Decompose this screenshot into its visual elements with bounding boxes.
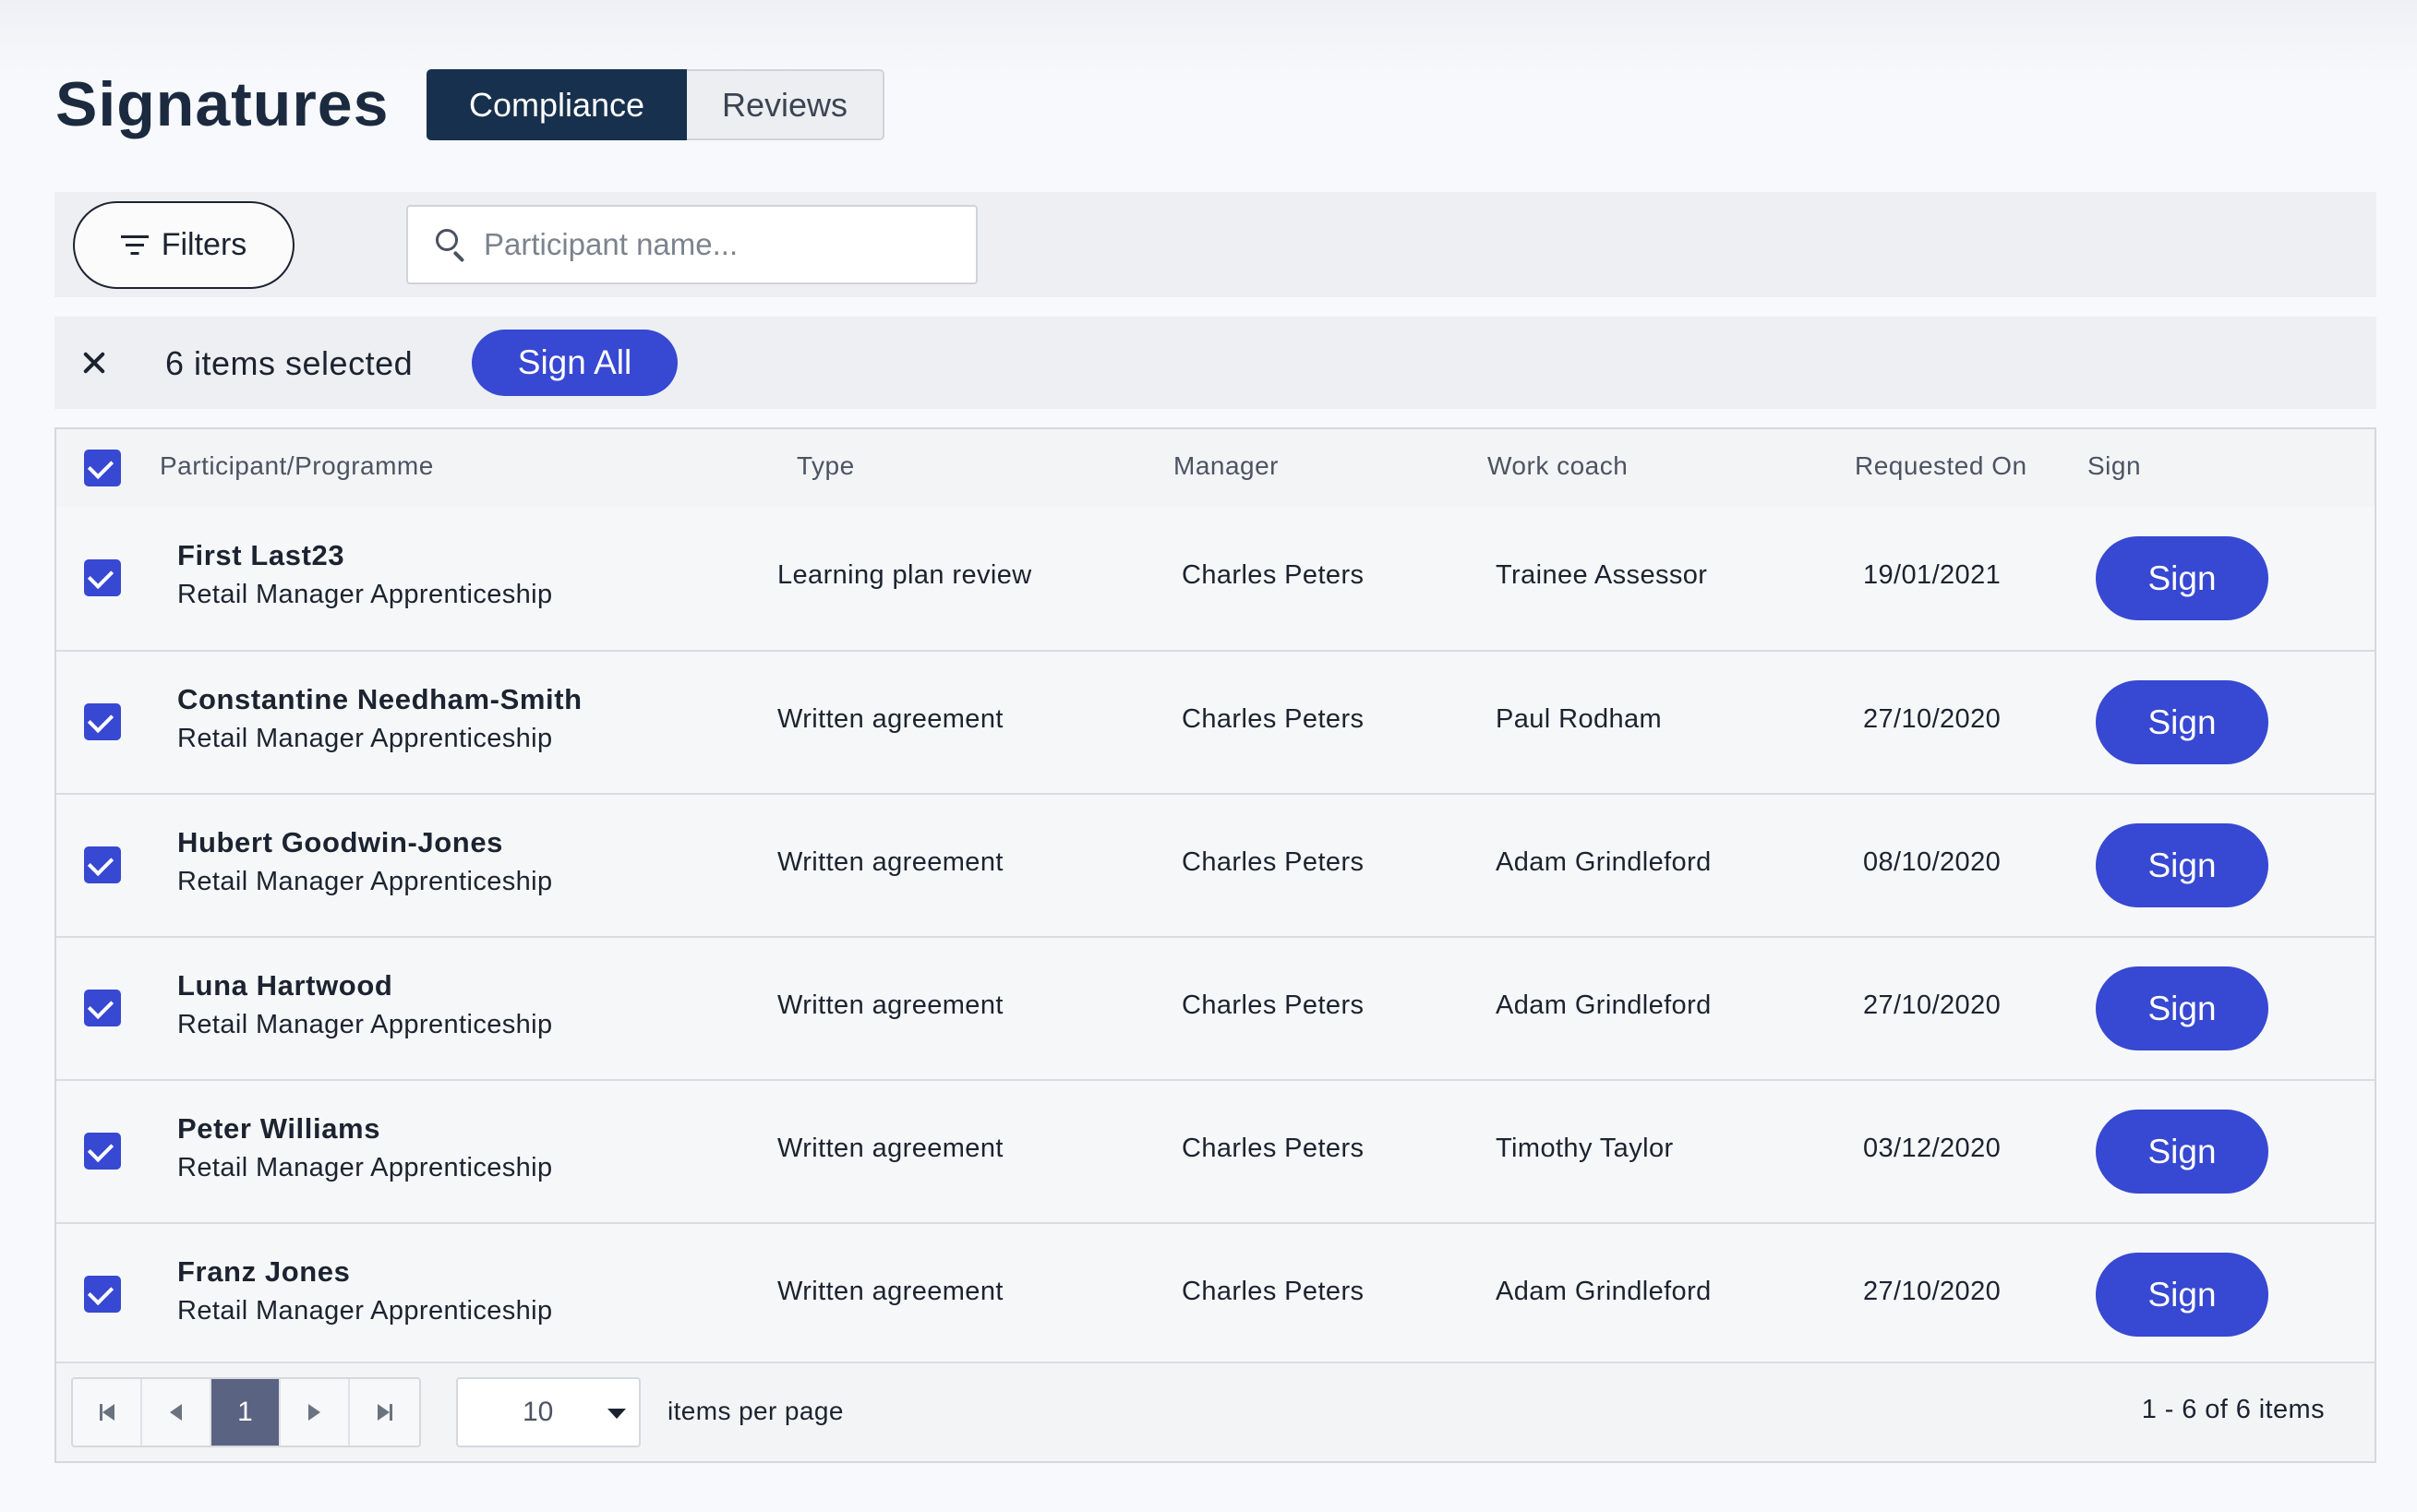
work-coach-cell: Paul Rodham xyxy=(1496,704,1663,734)
items-per-page-label: items per page xyxy=(667,1397,844,1425)
close-icon[interactable] xyxy=(75,342,115,383)
sign-button[interactable]: Sign xyxy=(2096,536,2268,620)
next-page-icon xyxy=(308,1404,320,1421)
column-header-type[interactable]: Type xyxy=(797,451,855,481)
select-all-checkbox[interactable] xyxy=(84,450,121,486)
signatures-page: Signatures Compliance Reviews Filters 6 … xyxy=(0,0,2417,1512)
row-checkbox[interactable] xyxy=(84,559,121,596)
row-checkbox[interactable] xyxy=(84,990,121,1026)
selected-count: 6 items selected xyxy=(165,344,414,382)
next-page-button[interactable] xyxy=(281,1379,350,1446)
row-checkbox[interactable] xyxy=(84,703,121,740)
table-row: Luna Hartwood Retail Manager Apprentices… xyxy=(56,936,2375,1079)
manager-cell: Charles Peters xyxy=(1182,560,1365,590)
column-header-requested-on[interactable]: Requested On xyxy=(1855,451,2027,481)
filter-toolbar: Filters xyxy=(54,192,2376,297)
programme-name: Retail Manager Apprenticeship xyxy=(177,1153,553,1182)
sign-all-button[interactable]: Sign All xyxy=(472,330,678,396)
manager-cell: Charles Peters xyxy=(1182,1134,1365,1163)
filters-button[interactable]: Filters xyxy=(73,201,295,289)
participant-name[interactable]: Franz Jones xyxy=(177,1255,350,1289)
tab-bar: Compliance Reviews xyxy=(427,69,884,140)
manager-cell: Charles Peters xyxy=(1182,704,1365,734)
programme-name: Retail Manager Apprenticeship xyxy=(177,1296,553,1326)
page-size-select[interactable]: 10 xyxy=(456,1377,641,1447)
work-coach-cell: Adam Grindleford xyxy=(1496,990,1712,1020)
sign-button[interactable]: Sign xyxy=(2096,1110,2268,1194)
filters-label: Filters xyxy=(161,227,247,262)
sign-button[interactable]: Sign xyxy=(2096,1253,2268,1337)
table-row: Constantine Needham-Smith Retail Manager… xyxy=(56,650,2375,793)
participant-name[interactable]: First Last23 xyxy=(177,539,344,572)
search-icon xyxy=(434,227,469,263)
requested-on-cell: 19/01/2021 xyxy=(1863,560,2002,590)
sign-button[interactable]: Sign xyxy=(2096,966,2268,1050)
manager-cell: Charles Peters xyxy=(1182,1277,1365,1306)
pagination: 1 xyxy=(71,1377,421,1447)
sign-button[interactable]: Sign xyxy=(2096,680,2268,764)
previous-page-button[interactable] xyxy=(142,1379,211,1446)
tab-compliance[interactable]: Compliance xyxy=(427,69,687,140)
table-footer: 1 10 items per page 1 - 6 of 6 items xyxy=(56,1362,2375,1461)
page-number-current[interactable]: 1 xyxy=(211,1379,281,1446)
requested-on-cell: 03/12/2020 xyxy=(1863,1134,2002,1163)
previous-page-icon xyxy=(170,1404,182,1421)
requested-on-cell: 27/10/2020 xyxy=(1863,990,2002,1020)
page-title: Signatures xyxy=(55,69,390,139)
first-page-button[interactable] xyxy=(73,1379,142,1446)
selection-bar: 6 items selected Sign All xyxy=(54,317,2376,409)
programme-name: Retail Manager Apprenticeship xyxy=(177,1010,553,1039)
manager-cell: Charles Peters xyxy=(1182,990,1365,1020)
row-checkbox[interactable] xyxy=(84,1133,121,1170)
table-row: First Last23 Retail Manager Apprenticesh… xyxy=(56,507,2375,650)
filter-icon xyxy=(120,234,149,256)
column-header-participant[interactable]: Participant/Programme xyxy=(160,451,434,481)
type-cell: Written agreement xyxy=(777,1277,1004,1306)
participant-name[interactable]: Peter Williams xyxy=(177,1112,380,1146)
work-coach-cell: Timothy Taylor xyxy=(1496,1134,1674,1163)
last-page-button[interactable] xyxy=(350,1379,419,1446)
participant-name[interactable]: Luna Hartwood xyxy=(177,969,392,1002)
row-checkbox[interactable] xyxy=(84,846,121,883)
page-header: Signatures xyxy=(55,66,389,142)
table-row: Hubert Goodwin-Jones Retail Manager Appr… xyxy=(56,793,2375,936)
table-row: Franz Jones Retail Manager Apprenticeshi… xyxy=(56,1222,2375,1365)
chevron-down-icon xyxy=(607,1409,626,1419)
last-page-icon xyxy=(389,1404,392,1421)
column-header-sign: Sign xyxy=(2087,451,2142,480)
table-row: Peter Williams Retail Manager Apprentice… xyxy=(56,1079,2375,1222)
requested-on-cell: 27/10/2020 xyxy=(1863,704,2002,734)
search-box xyxy=(406,205,978,284)
table-header: Participant/Programme Type Manager Work … xyxy=(56,429,2375,507)
row-checkbox[interactable] xyxy=(84,1276,121,1313)
requested-on-cell: 08/10/2020 xyxy=(1863,847,2002,877)
requested-on-cell: 27/10/2020 xyxy=(1863,1277,2002,1306)
type-cell: Written agreement xyxy=(777,704,1004,734)
manager-cell: Charles Peters xyxy=(1182,847,1365,877)
signatures-table: Participant/Programme Type Manager Work … xyxy=(54,427,2376,1463)
participant-name[interactable]: Constantine Needham-Smith xyxy=(177,683,583,716)
column-header-manager[interactable]: Manager xyxy=(1173,451,1279,481)
programme-name: Retail Manager Apprenticeship xyxy=(177,867,553,896)
programme-name: Retail Manager Apprenticeship xyxy=(177,724,553,753)
tab-reviews[interactable]: Reviews xyxy=(687,69,884,140)
work-coach-cell: Adam Grindleford xyxy=(1496,1277,1712,1306)
page-size-value: 10 xyxy=(523,1397,554,1427)
work-coach-cell: Trainee Assessor xyxy=(1496,560,1708,590)
type-cell: Written agreement xyxy=(777,1134,1004,1163)
column-header-work-coach[interactable]: Work coach xyxy=(1487,451,1628,481)
type-cell: Written agreement xyxy=(777,990,1004,1020)
search-input[interactable] xyxy=(484,227,964,262)
programme-name: Retail Manager Apprenticeship xyxy=(177,580,553,609)
type-cell: Written agreement xyxy=(777,847,1004,877)
work-coach-cell: Adam Grindleford xyxy=(1496,847,1712,877)
participant-name[interactable]: Hubert Goodwin-Jones xyxy=(177,826,503,859)
pagination-range-info: 1 - 6 of 6 items xyxy=(2141,1395,2325,1424)
sign-button[interactable]: Sign xyxy=(2096,823,2268,907)
type-cell: Learning plan review xyxy=(777,560,1032,590)
